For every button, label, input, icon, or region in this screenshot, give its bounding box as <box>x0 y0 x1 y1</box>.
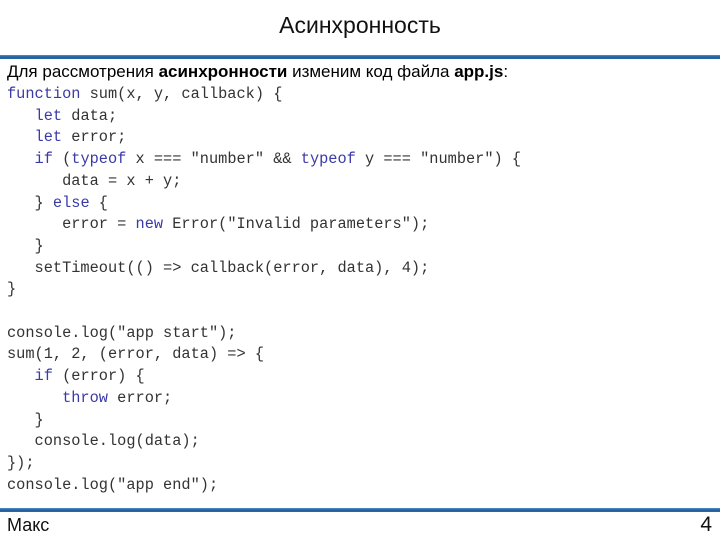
code-text: }); <box>7 453 35 472</box>
code-line: }); <box>7 453 521 475</box>
code-keyword: throw <box>62 388 108 407</box>
code-text: } <box>7 236 44 255</box>
intro-part-3: : <box>503 62 509 81</box>
code-keyword: if <box>34 150 53 169</box>
code-text: y === "number") { <box>355 150 522 169</box>
intro-part-1: Для рассмотрения <box>7 62 159 81</box>
code-text: x === "number" && <box>126 150 301 169</box>
code-line: } <box>7 236 521 258</box>
footer-divider <box>0 508 720 512</box>
code-keyword: typeof <box>71 150 127 169</box>
code-line: let error; <box>7 127 521 149</box>
header-divider <box>0 55 720 59</box>
code-line: error = new Error("Invalid parameters"); <box>7 214 521 236</box>
code-line: console.log("app end"); <box>7 475 521 497</box>
code-line: } <box>7 279 521 301</box>
code-text: } <box>7 193 53 212</box>
code-text: sum(1, 2, (error, data) => { <box>7 345 265 364</box>
code-text: } <box>7 280 17 299</box>
code-keyword: typeof <box>300 150 356 169</box>
code-text: data = x + y; <box>7 171 182 190</box>
code-line: if (error) { <box>7 366 521 388</box>
code-text: console.log("app start"); <box>7 323 237 342</box>
code-keyword: let <box>34 106 63 125</box>
code-text: console.log("app end"); <box>7 475 219 494</box>
code-text: error; <box>62 128 127 147</box>
slide-title: Асинхронность <box>279 12 441 38</box>
footer-author: Макс <box>7 515 50 535</box>
code-keyword: if <box>34 367 53 386</box>
code-text: sum(x, y, callback) { <box>80 85 283 103</box>
intro-part-2: изменим код файла <box>287 62 455 81</box>
code-text: } <box>7 410 44 429</box>
code-line: setTimeout(() => callback(error, data), … <box>7 258 521 280</box>
code-line: console.log(data); <box>7 431 521 453</box>
code-keyword: let <box>34 128 63 147</box>
code-line: function sum(x, y, callback) { <box>7 84 521 106</box>
code-text: error; <box>107 388 173 407</box>
intro-bold-filename: app.js <box>454 62 504 81</box>
code-line: } <box>7 410 521 432</box>
code-line: sum(1, 2, (error, data) => { <box>7 344 521 366</box>
intro-bold-asynchrony: асинхронности <box>158 62 288 81</box>
code-line: console.log("app start"); <box>7 323 521 345</box>
code-text: console.log(data); <box>7 432 200 451</box>
code-keyword: new <box>135 215 164 234</box>
code-line: let data; <box>7 106 521 128</box>
code-keyword: function <box>7 85 81 103</box>
code-line: throw error; <box>7 388 521 410</box>
code-line: } else { <box>7 193 521 215</box>
code-line: data = x + y; <box>7 171 521 193</box>
code-text: ( <box>52 150 72 169</box>
code-text: Error("Invalid parameters"); <box>163 215 430 234</box>
code-text: (error) { <box>52 367 145 386</box>
code-text: error = <box>7 215 136 234</box>
page-number: 4 <box>700 513 712 536</box>
intro-text: Для рассмотрения асинхронности изменим к… <box>7 62 508 82</box>
code-text: setTimeout(() => callback(error, data), … <box>7 258 430 277</box>
code-text: data; <box>62 106 118 125</box>
code-text: { <box>89 193 108 212</box>
code-block: function sum(x, y, callback) { let data;… <box>7 84 521 496</box>
code-line: if (typeof x === "number" && typeof y ==… <box>7 149 522 171</box>
code-keyword: else <box>52 193 90 212</box>
